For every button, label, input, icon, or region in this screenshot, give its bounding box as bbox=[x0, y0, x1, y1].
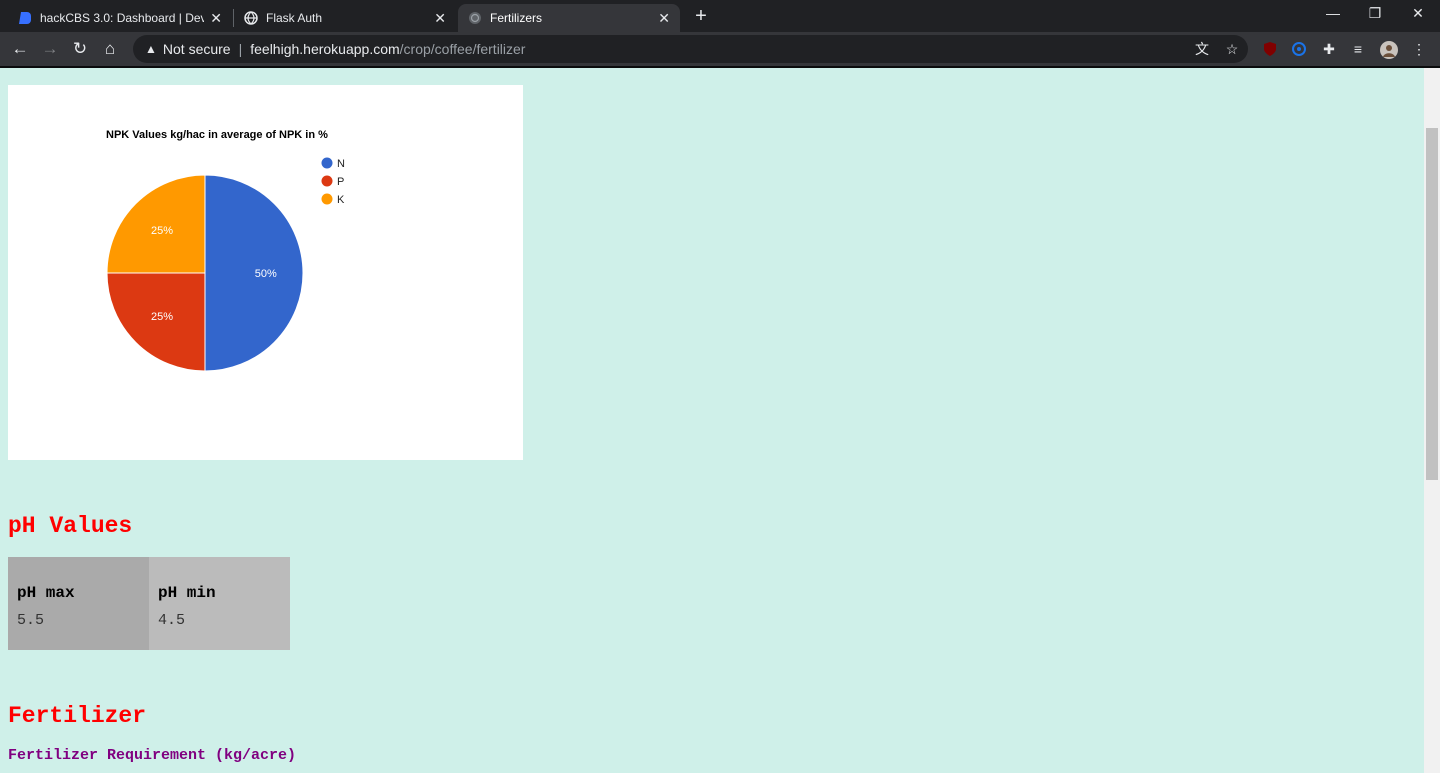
tab-flask-auth[interactable]: Flask Auth ✕ bbox=[234, 4, 456, 32]
page-content: NPK Values kg/hac in average of NPK in %… bbox=[0, 68, 1424, 773]
slice-percent-label: 50% bbox=[255, 268, 277, 280]
tab-devfolio[interactable]: hackCBS 3.0: Dashboard | Devfolio ✕ bbox=[8, 4, 232, 32]
security-label[interactable]: Not secure bbox=[163, 41, 231, 57]
translate-icon[interactable]: 文 bbox=[1194, 41, 1210, 57]
media-queue-icon[interactable]: ≡ bbox=[1350, 41, 1366, 57]
fertilizer-heading: Fertilizer bbox=[8, 703, 147, 729]
extension-circle-icon[interactable] bbox=[1291, 41, 1307, 57]
ph-max-value: 5.5 bbox=[17, 612, 45, 629]
new-tab-icon[interactable]: + bbox=[690, 5, 712, 28]
page-scrollbar[interactable] bbox=[1424, 68, 1440, 773]
loading-globe-icon bbox=[469, 12, 481, 24]
restore-icon[interactable]: ❐ bbox=[1360, 5, 1390, 22]
home-icon[interactable]: ⌂ bbox=[99, 38, 121, 60]
pie-slice-k[interactable] bbox=[106, 174, 206, 274]
tab-title: hackCBS 3.0: Dashboard | Devfolio bbox=[40, 11, 205, 25]
chart-title: NPK Values kg/hac in average of NPK in % bbox=[106, 129, 328, 141]
ph-min-header: pH min bbox=[158, 584, 216, 602]
npk-chart-card: NPK Values kg/hac in average of NPK in %… bbox=[8, 85, 523, 460]
globe-icon bbox=[244, 11, 258, 25]
extensions-puzzle-icon[interactable]: ✚ bbox=[1321, 41, 1337, 57]
forward-arrow-icon[interactable]: → bbox=[39, 38, 61, 60]
minimize-icon[interactable]: — bbox=[1318, 5, 1348, 21]
scrollbar-thumb[interactable] bbox=[1426, 128, 1438, 480]
address-bar[interactable]: ▲ Not secure | feelhigh.herokuapp.com/cr… bbox=[133, 35, 1248, 63]
tab-title: Flask Auth bbox=[266, 11, 323, 25]
ph-table: pH max 5.5 pH min 4.5 bbox=[8, 557, 290, 650]
close-icon[interactable]: ✕ bbox=[434, 10, 446, 27]
legend-label-k[interactable]: K bbox=[337, 194, 345, 206]
tab-fertilizers[interactable]: Fertilizers ✕ bbox=[458, 4, 680, 32]
npk-pie-chart: NPK Values kg/hac in average of NPK in %… bbox=[106, 129, 345, 372]
reload-icon[interactable]: ↻ bbox=[69, 38, 91, 60]
tab-strip: hackCBS 3.0: Dashboard | Devfolio ✕ Flas… bbox=[0, 0, 1440, 32]
legend-label-p[interactable]: P bbox=[337, 176, 344, 188]
kebab-menu-icon[interactable]: ⋮ bbox=[1411, 41, 1427, 57]
browser-toolbar: ← → ↻ ⌂ ▲ Not secure | feelhigh.herokuap… bbox=[0, 32, 1440, 66]
url-path[interactable]: /crop/coffee/fertilizer bbox=[400, 41, 526, 57]
legend-label-n[interactable]: N bbox=[337, 158, 345, 170]
fertilizer-requirement-label: Fertilizer Requirement (kg/acre) bbox=[8, 747, 297, 764]
back-arrow-icon[interactable]: ← bbox=[9, 38, 31, 60]
bookmark-star-icon[interactable]: ☆ bbox=[1224, 41, 1240, 57]
url-host[interactable]: feelhigh.herokuapp.com bbox=[250, 41, 399, 57]
warning-triangle-icon[interactable]: ▲ bbox=[145, 42, 157, 56]
slice-percent-label: 25% bbox=[151, 225, 173, 237]
profile-avatar-icon[interactable] bbox=[1380, 41, 1398, 59]
ph-max-column: pH max 5.5 bbox=[8, 557, 149, 650]
ublock-icon[interactable] bbox=[1262, 41, 1278, 57]
omnibox-divider: | bbox=[238, 41, 243, 57]
tab-title: Fertilizers bbox=[490, 11, 543, 25]
devfolio-icon bbox=[19, 12, 31, 24]
legend-swatch-n bbox=[321, 157, 333, 169]
ph-min-value: 4.5 bbox=[158, 612, 186, 629]
close-icon[interactable]: ✕ bbox=[210, 10, 222, 27]
slice-percent-label: 25% bbox=[151, 311, 173, 323]
window-close-icon[interactable]: ✕ bbox=[1403, 5, 1433, 22]
legend-swatch-k bbox=[321, 193, 333, 205]
close-icon[interactable]: ✕ bbox=[658, 10, 670, 27]
ph-heading: pH Values bbox=[8, 513, 133, 539]
ph-min-column: pH min 4.5 bbox=[149, 557, 290, 650]
ph-max-header: pH max bbox=[17, 584, 75, 602]
legend-swatch-p bbox=[321, 175, 333, 187]
